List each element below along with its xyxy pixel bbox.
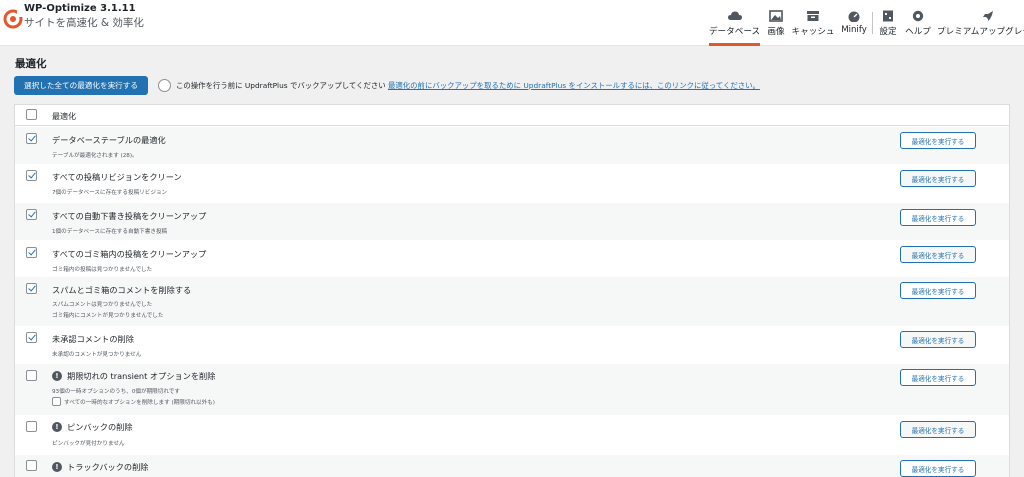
row-checkbox[interactable]	[26, 133, 37, 144]
run-optimization-button[interactable]: 最適化を実行する	[900, 331, 976, 348]
table-row: すべての投稿リビジョンをクリーン 7個のデータベースに存在する投稿リビジョン 最…	[15, 164, 1009, 203]
row-title: データベーステーブルの最適化	[52, 135, 166, 145]
table-row: すべてのゴミ箱内の投稿をクリーンアップ ゴミ箱内の投稿は見つかりませんでした 最…	[15, 240, 1009, 277]
row-title: 未承認コメントの削除	[52, 334, 134, 344]
table-row: すべての自動下書き投稿をクリーンアップ 1個のデータベースに存在する自動下書き投…	[15, 203, 1009, 240]
sub-option: すべての一時的なオプションを削除します (期限切れ以外も)	[52, 397, 215, 406]
plugin-name: WP-Optimize 3.1.11	[24, 3, 136, 14]
row-checkbox[interactable]	[26, 460, 37, 471]
row-description: テーブルが最適化されます (28)。	[52, 153, 138, 159]
backup-notice-text: この操作を行う前に UpdraftPlus でバックアップしてください	[176, 81, 386, 90]
header-label: 最適化	[52, 112, 76, 121]
row-description: 93個の一時オプションのうち、0個が期限切れです	[52, 389, 180, 395]
updraftplus-install-link[interactable]: 最適化の前にバックアップを取るために UpdraftPlus をインストールする…	[388, 81, 760, 90]
row-checkbox[interactable]	[26, 170, 37, 181]
rocket-icon	[983, 11, 993, 21]
table-row: ! 期限切れの transient オプションを削除 93個の一時オプションのう…	[15, 364, 1009, 415]
row-checkbox[interactable]	[26, 209, 37, 220]
row-title: ! 期限切れの transient オプションを削除	[52, 370, 215, 382]
cache-icon	[807, 11, 819, 21]
plugin-tagline: サイトを高速化 & 効率化	[24, 17, 144, 29]
tab-minify[interactable]: Minify	[840, 0, 868, 46]
info-icon[interactable]: !	[52, 462, 62, 472]
row-checkbox[interactable]	[26, 370, 37, 381]
table-row: ! ピンバックの削除 ピンバックが見付かりません 最適化を実行する	[15, 415, 1009, 455]
row-title: スパムとゴミ箱のコメントを削除する	[52, 285, 192, 295]
backup-checkbox[interactable]	[158, 79, 171, 92]
optimizations-table: 最適化 データベーステーブルの最適化 テーブルが最適化されます (28)。 最適…	[14, 104, 1010, 477]
run-optimization-button[interactable]: 最適化を実行する	[900, 421, 976, 438]
row-title: すべての投稿リビジョンをクリーン	[52, 172, 182, 182]
sub-option-label: すべての一時的なオプションを削除します (期限切れ以外も)	[64, 399, 215, 406]
row-description: 1個のデータベースに存在する自動下書き投稿	[52, 229, 168, 235]
row-description: 未承認のコメントが見つかりません	[52, 352, 142, 358]
row-title-text: トラックバックの削除	[67, 462, 149, 472]
table-row: ! トラックバックの削除 最適化を実行する	[15, 455, 1009, 477]
table-row: スパムとゴミ箱のコメントを削除する スパムコメントは見つかりませんでした ゴミ箱…	[15, 277, 1009, 326]
row-checkbox[interactable]	[26, 247, 37, 258]
row-title: ! トラックバックの削除	[52, 461, 148, 473]
tab-premium-upgrade[interactable]: プレミアムアップグレード	[937, 0, 1024, 46]
run-optimization-button[interactable]: 最適化を実行する	[900, 132, 976, 149]
row-description: スパムコメントは見つかりませんでした	[52, 302, 153, 308]
page-title: 最適化	[15, 58, 47, 70]
info-icon[interactable]: !	[52, 422, 62, 432]
select-all-checkbox[interactable]	[26, 109, 37, 120]
delete-all-transients-checkbox[interactable]	[52, 397, 61, 406]
run-optimization-button[interactable]: 最適化を実行する	[900, 282, 976, 299]
row-checkbox[interactable]	[26, 332, 37, 343]
image-icon	[769, 10, 783, 22]
row-title: ! ピンバックの削除	[52, 421, 133, 433]
row-title: すべての自動下書き投稿をクリーンアップ	[52, 211, 207, 221]
row-description: ピンバックが見付かりません	[52, 441, 125, 447]
settings-icon	[883, 10, 893, 22]
row-title: すべてのゴミ箱内の投稿をクリーンアップ	[52, 249, 207, 259]
run-optimization-button[interactable]: 最適化を実行する	[900, 460, 976, 477]
database-icon	[727, 11, 742, 20]
table-row: データベーステーブルの最適化 テーブルが最適化されます (28)。 最適化を実行…	[15, 127, 1009, 164]
row-description: ゴミ箱内の投稿は見つかりませんでした	[52, 267, 153, 273]
tab-images[interactable]: 画像	[765, 0, 787, 46]
row-description: 7個のデータベースに存在する投稿リビジョン	[52, 190, 168, 196]
info-icon[interactable]: !	[52, 371, 62, 381]
row-checkbox[interactable]	[26, 421, 37, 432]
lifebuoy-icon	[912, 10, 924, 22]
run-optimization-button[interactable]: 最適化を実行する	[900, 369, 976, 386]
run-optimization-button[interactable]: 最適化を実行する	[900, 246, 976, 263]
table-header: 最適化	[15, 105, 1009, 126]
row-title-text: ピンバックの削除	[67, 422, 133, 432]
nav-divider	[872, 12, 873, 34]
run-optimization-button[interactable]: 最適化を実行する	[900, 170, 976, 187]
tab-database[interactable]: データベース	[709, 0, 760, 46]
tab-settings[interactable]: 設定	[877, 0, 899, 46]
run-all-selected-button[interactable]: 選択した全ての最適化を実行する	[14, 76, 148, 95]
backup-notice: この操作を行う前に UpdraftPlus でバックアップしてください 最適化の…	[176, 80, 760, 91]
tab-cache[interactable]: キャッシュ	[791, 0, 835, 46]
tab-help[interactable]: ヘルプ	[903, 0, 933, 46]
row-checkbox[interactable]	[26, 283, 37, 294]
run-optimization-button[interactable]: 最適化を実行する	[900, 209, 976, 226]
row-title-text: 期限切れの transient オプションを削除	[67, 371, 216, 381]
gauge-icon	[848, 11, 860, 22]
row-description: ゴミ箱内にコメントが見つかりませんでした	[52, 313, 164, 319]
top-header: WP-Optimize 3.1.11 サイトを高速化 & 効率化 データベース …	[0, 0, 1024, 46]
wp-optimize-logo	[3, 9, 23, 29]
table-row: 未承認コメントの削除 未承認のコメントが見つかりません 最適化を実行する	[15, 326, 1009, 364]
